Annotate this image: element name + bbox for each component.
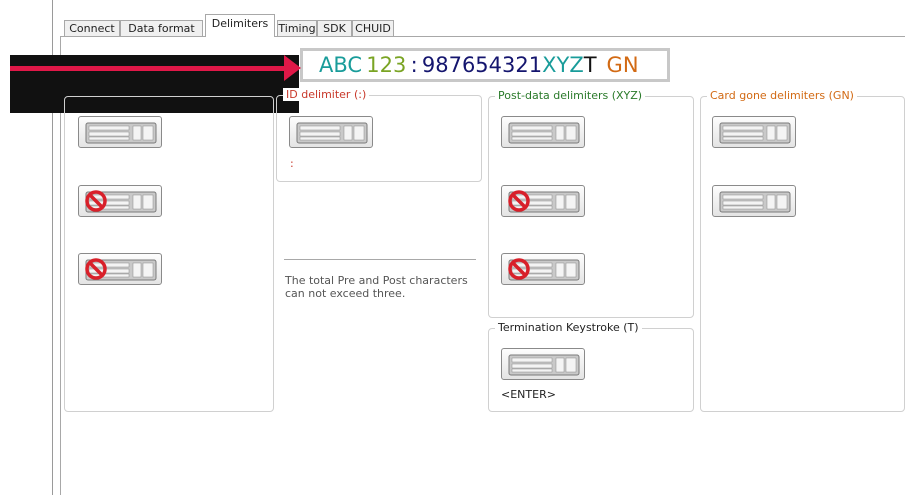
termination-keystroke-button[interactable] [501,348,585,380]
banner-post-data: XYZ [542,53,584,77]
pre-data-delimiter-2-button[interactable] [78,185,162,217]
keyboard-icon [719,122,791,144]
post-data-delimiter-3-button[interactable] [501,253,585,285]
banner-pre-data: ABC [319,53,363,77]
pre-data-delimiter-3-button[interactable] [78,253,162,285]
tab-connect[interactable]: Connect [64,20,120,36]
tab-delimiters[interactable]: Delimiters [205,14,275,37]
tab-data-format[interactable]: Data format [120,20,203,36]
banner-card-gone: GN [606,53,639,77]
post-data-title: Post-data delimiters (XYZ) [495,89,646,102]
no-entry-icon [85,190,107,212]
no-entry-icon [85,258,107,280]
termination-title: Termination Keystroke (T) [495,321,642,334]
id-delimiter-title: ID delimiter (:) [283,88,370,101]
post-data-delimiter-2-button[interactable] [501,185,585,217]
tab-timing[interactable]: Timing [277,20,317,36]
termination-keystroke-value: <ENTER> [501,388,556,401]
separator-line [284,259,476,260]
delimiter-limit-note: The total Pre and Post characters can no… [285,274,468,300]
pointer-arrow-shaft [10,66,290,71]
banner-id-part-2: 987654321 [421,53,543,77]
keyboard-icon [85,122,157,144]
tab-chuid[interactable]: CHUID [352,20,394,36]
no-entry-icon [508,258,530,280]
pointer-arrow-head [284,55,301,81]
tab-sdk[interactable]: SDK [317,20,352,36]
banner-id-delimiter: : [410,53,418,77]
keyboard-icon [508,354,580,376]
post-data-delimiter-1-button[interactable] [501,116,585,148]
card-gone-delimiter-2-button[interactable] [712,185,796,217]
no-entry-icon [508,190,530,212]
delimiter-format-example: ABC 123 : 987654321XYZT GN [300,48,670,82]
keyboard-icon [719,191,791,213]
id-delimiter-button[interactable] [289,116,373,148]
keyboard-icon [508,122,580,144]
banner-termination: T [583,53,597,77]
banner-id-part-1: 123 [366,53,407,77]
card-gone-title: Card gone delimiters (GN) [707,89,857,102]
card-gone-delimiter-1-button[interactable] [712,116,796,148]
id-delimiter-value: : [290,157,294,170]
keyboard-icon [296,122,368,144]
pre-data-delimiter-1-button[interactable] [78,116,162,148]
